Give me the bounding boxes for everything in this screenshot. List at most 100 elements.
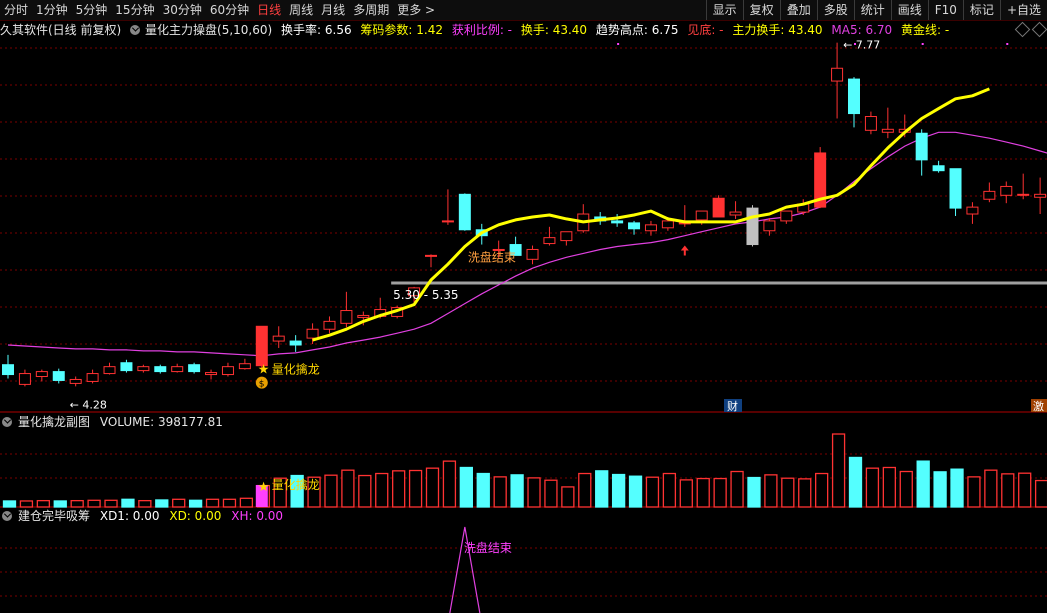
period-tab[interactable]: 1分钟: [32, 0, 72, 20]
volume-bar: [358, 474, 372, 508]
candle-body: [205, 372, 218, 376]
period-tab[interactable]: 月线: [317, 0, 349, 20]
period-tabs: 分时 1分钟 5分钟 15分钟 30分钟 60分钟 日线 周线 月线 多周期 更多 >: [0, 0, 439, 20]
volume-bar: [696, 477, 710, 508]
volume-bar: [645, 476, 660, 508]
volume-bar: [104, 499, 118, 508]
candle-body: [18, 373, 31, 385]
candle-body: [831, 67, 844, 82]
stock-title[interactable]: 久其软件(日线 前复权): [0, 23, 121, 37]
tool-button[interactable]: 统计: [853, 0, 891, 20]
candle-body: [52, 371, 65, 381]
trend-high: 趋势高点: 6.75: [595, 23, 679, 37]
volume-bar: [172, 498, 186, 508]
volume-bar: [984, 469, 998, 508]
volume-bar: [19, 500, 34, 508]
tool-button[interactable]: 复权: [742, 0, 780, 20]
volume-bar: [324, 474, 338, 508]
volume-value: VOLUME: 398177.81: [99, 415, 223, 429]
volume-bar: [408, 469, 423, 508]
volume-bar: [527, 477, 541, 508]
candle-body: [458, 193, 471, 231]
period-tab[interactable]: 5分钟: [72, 0, 112, 20]
candle-body: [746, 207, 759, 246]
volume-bar: [798, 478, 812, 508]
volume-bar: [70, 499, 84, 508]
candle-body: [154, 366, 167, 373]
candle-body: [881, 128, 894, 133]
candle-body: [695, 210, 708, 221]
tool-button[interactable]: 显示: [705, 0, 743, 20]
collapse-icon[interactable]: [130, 25, 141, 35]
signal-dot: [1006, 43, 1009, 45]
xd-value: XD: 0.00: [169, 509, 222, 523]
tool-button[interactable]: F10: [927, 0, 963, 20]
collapse-icon[interactable]: [2, 511, 12, 521]
collapse-icon[interactable]: [2, 417, 12, 427]
volume-bar: [425, 467, 440, 508]
candle-body: [848, 78, 860, 115]
volume-bar: [730, 470, 744, 508]
tool-button[interactable]: 叠加: [779, 0, 817, 20]
candle-body: [932, 165, 945, 172]
period-toolbar: 分时 1分钟 5分钟 15分钟 30分钟 60分钟 日线 周线 月线 多周期 更多 > 显示 复权 叠加…: [0, 0, 1047, 21]
period-tab[interactable]: 多周期: [349, 0, 393, 20]
volume-bar: [1001, 473, 1015, 508]
volume-bar: [239, 497, 254, 508]
tool-button[interactable]: 标记: [962, 0, 1000, 20]
turnover: 换手: 43.40: [520, 23, 588, 37]
tool-button[interactable]: 多股: [816, 0, 854, 20]
candle-body: [425, 254, 437, 257]
candle-body: [255, 325, 268, 367]
volume-bar: [459, 466, 473, 508]
candle-body: [1034, 193, 1047, 198]
candle-body: [611, 220, 624, 224]
period-tab[interactable]: 日线: [253, 0, 285, 20]
ji-badge-label: 激: [1033, 399, 1044, 413]
candle-body: [712, 197, 725, 218]
candle-body: [137, 366, 150, 372]
period-tab[interactable]: 更多 >: [393, 0, 439, 20]
period-tab[interactable]: 60分钟: [206, 0, 253, 20]
volume-bar: [899, 470, 913, 508]
candle-body: [103, 366, 116, 375]
candle-body: [560, 231, 573, 242]
volume-panel-header: 量化擒龙副图 VOLUME: 398177.81: [2, 414, 229, 430]
candle-body: [2, 364, 14, 376]
candle-body: [221, 366, 234, 376]
profit-ratio: 获利比例: -: [451, 23, 513, 37]
candle-body: [983, 190, 996, 200]
candle-body: [171, 366, 184, 373]
tool-button[interactable]: +自选: [999, 0, 1047, 20]
fin-badge-label: 财: [727, 399, 738, 413]
candle-body: [272, 335, 285, 342]
main-turnover: 主力换手: 43.40: [732, 23, 823, 37]
tool-button[interactable]: 画线: [890, 0, 928, 20]
signal-dot: [921, 43, 924, 45]
xd1-value: XD1: 0.00: [99, 509, 160, 523]
volume-bar: [916, 460, 930, 508]
candle-body: [69, 378, 82, 384]
volume-bar: [561, 486, 575, 508]
volume-signal-label: 量化擒龙: [272, 477, 320, 492]
low-price-label: ← 4.28: [70, 398, 107, 411]
period-tab[interactable]: 周线: [285, 0, 317, 20]
xd-panel-title[interactable]: 建仓完毕吸筹: [18, 509, 90, 523]
candle-body: [915, 132, 928, 161]
candle-body: [763, 220, 776, 232]
volume-bar: [933, 471, 947, 508]
volume-bar: [764, 474, 778, 508]
candle-body: [966, 206, 979, 215]
volume-bar: [815, 472, 829, 508]
signal-dot: [617, 43, 620, 45]
period-tab[interactable]: 30分钟: [159, 0, 206, 20]
volume-bar: [950, 468, 964, 508]
bottom-signal: 见底: -: [687, 23, 724, 37]
period-tab[interactable]: 15分钟: [111, 0, 158, 20]
candle-body: [949, 168, 962, 209]
volume-panel-title[interactable]: 量化擒龙副图: [18, 415, 90, 429]
period-tab[interactable]: 分时: [0, 0, 32, 20]
star-icon: ★: [258, 363, 270, 378]
candle-body: [864, 116, 877, 131]
indicator-name[interactable]: 量化主力操盘(5,10,60): [145, 23, 272, 37]
